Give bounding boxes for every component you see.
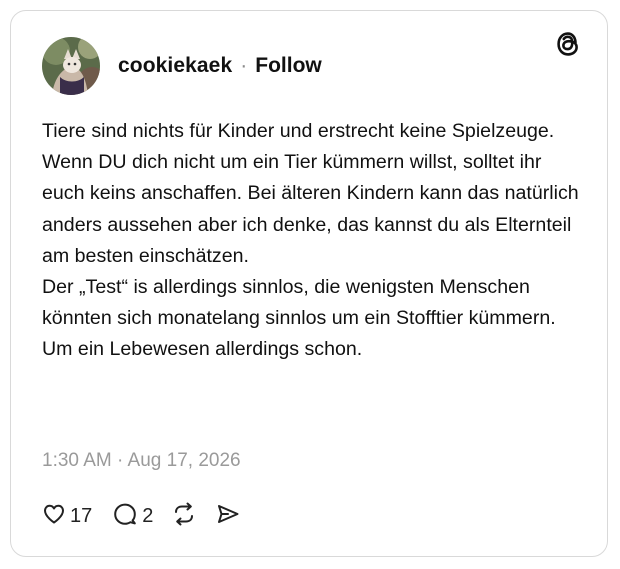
post-actions: 17 2 (42, 500, 241, 532)
share-button[interactable] (215, 501, 241, 532)
avatar[interactable] (42, 37, 100, 95)
post-header: cookiekaek · Follow (42, 36, 322, 96)
reply-count: 2 (142, 504, 154, 527)
threads-logo-icon[interactable] (553, 29, 583, 59)
post-card: cookiekaek · Follow Tiere sind nichts fü… (10, 10, 608, 557)
repost-button[interactable] (171, 501, 197, 532)
send-icon (215, 501, 241, 532)
heart-icon (42, 502, 66, 531)
reply-button[interactable]: 2 (112, 501, 153, 532)
like-count: 17 (70, 504, 93, 527)
username[interactable]: cookiekaek (118, 54, 232, 78)
like-button[interactable]: 17 (42, 502, 92, 531)
repost-icon (171, 501, 197, 532)
post-text: Tiere sind nichts für Kinder und erstrec… (42, 120, 579, 361)
comment-icon (112, 501, 138, 532)
follow-button[interactable]: Follow (255, 54, 322, 78)
post-timestamp[interactable]: 1:30 AM · Aug 17, 2026 (42, 450, 241, 472)
separator-dot: · (240, 54, 248, 77)
